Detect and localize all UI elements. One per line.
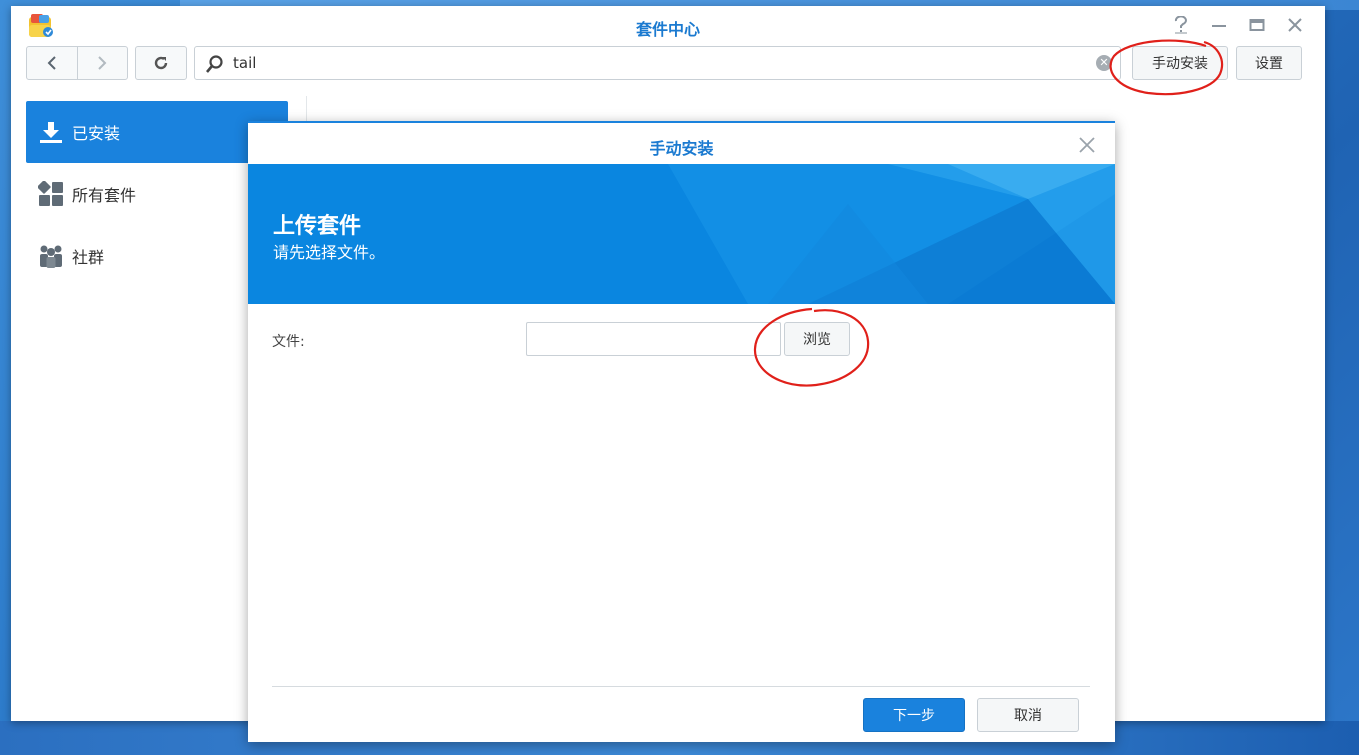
annotation-circle-manual-install: [1109, 39, 1224, 96]
file-path-input[interactable]: [526, 322, 781, 356]
forward-button[interactable]: [76, 47, 128, 79]
search-icon: [206, 55, 223, 73]
sidebar-item-label: 社群: [72, 248, 105, 267]
banner-title: 上传套件: [273, 214, 362, 239]
dialog-title: 手动安装: [649, 139, 714, 158]
dialog-close-icon[interactable]: [1079, 131, 1095, 159]
download-icon: [38, 119, 64, 145]
banner-pattern: [668, 164, 1115, 304]
manual-install-dialog: 手动安装 上传套件 请先选择文件。 文件: 浏览 下一步 取消: [248, 121, 1115, 742]
next-button[interactable]: 下一步: [863, 698, 965, 732]
refresh-icon: [154, 56, 168, 70]
help-icon[interactable]: [1169, 14, 1193, 36]
sidebar-item-label: 所有套件: [72, 186, 137, 205]
search-input[interactable]: tail: [233, 54, 256, 72]
cancel-button[interactable]: 取消: [977, 698, 1079, 732]
search-box[interactable]: tail ✕: [194, 46, 1121, 80]
maximize-icon[interactable]: [1245, 14, 1269, 36]
dialog-banner: 上传套件 请先选择文件。: [248, 164, 1115, 304]
back-button[interactable]: [27, 47, 77, 79]
navigation-group: [26, 46, 128, 80]
file-label: 文件:: [272, 334, 305, 350]
people-icon: [38, 243, 64, 269]
sidebar-item-label: 已安装: [72, 124, 121, 143]
chevron-left-icon: [47, 56, 56, 70]
annotation-circle-browse: [753, 307, 870, 387]
dialog-footer-divider: [272, 686, 1090, 687]
minimize-icon[interactable]: [1207, 14, 1231, 36]
close-icon[interactable]: [1283, 14, 1307, 36]
refresh-button[interactable]: [135, 46, 187, 80]
window-title: 套件中心: [635, 20, 700, 39]
chevron-right-icon: [98, 56, 107, 70]
grid-icon: [38, 181, 64, 207]
banner-subtitle: 请先选择文件。: [273, 243, 386, 262]
settings-button[interactable]: 设置: [1236, 46, 1302, 80]
